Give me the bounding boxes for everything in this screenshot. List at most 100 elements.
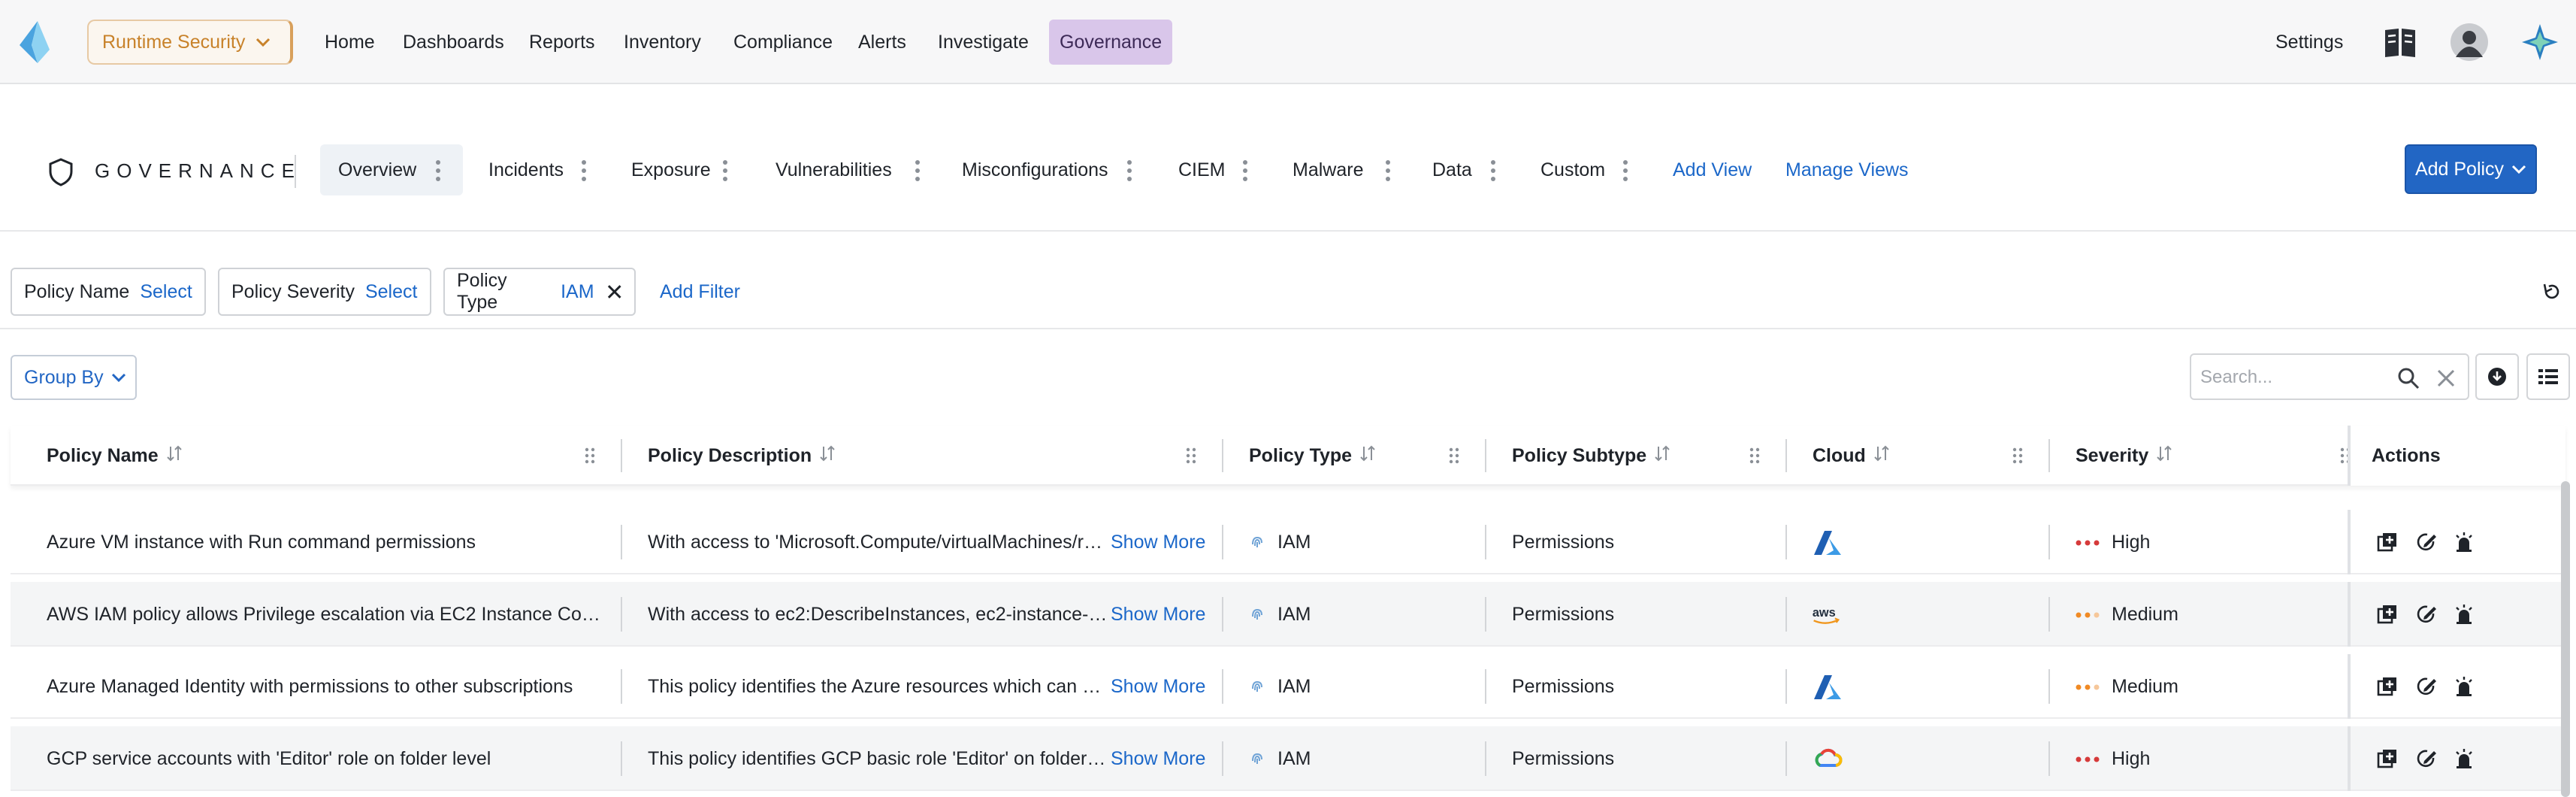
edit-icon[interactable] — [2415, 603, 2438, 626]
column-header-policy-description[interactable]: Policy Description — [648, 426, 836, 486]
nav-home[interactable]: Home — [314, 20, 385, 65]
show-more-link[interactable]: Show More — [1111, 510, 1205, 574]
severity-high-icon — [2076, 756, 2100, 762]
filter-policy-name[interactable]: Policy Name Select — [11, 268, 206, 316]
product-switcher[interactable]: Runtime Security — [87, 20, 293, 65]
tab-vulnerabilities[interactable]: Vulnerabilities — [757, 144, 933, 195]
edit-icon[interactable] — [2415, 747, 2438, 770]
filter-policy-severity[interactable]: Policy Severity Select — [218, 268, 431, 316]
column-divider[interactable] — [1222, 439, 1223, 472]
nav-dashboards[interactable]: Dashboards — [392, 20, 515, 65]
sort-icon[interactable] — [2156, 426, 2172, 486]
column-header-policy-type[interactable]: Policy Type — [1249, 426, 1376, 486]
tab-incidents[interactable]: Incidents — [470, 144, 598, 195]
tab-menu-icon[interactable] — [1386, 160, 1390, 181]
alarm-icon[interactable] — [2453, 603, 2475, 626]
column-divider[interactable] — [621, 439, 622, 472]
tab-menu-icon[interactable] — [915, 160, 920, 181]
show-more-link[interactable]: Show More — [1111, 726, 1205, 791]
columns-button[interactable] — [2526, 353, 2570, 400]
add-icon[interactable] — [2376, 747, 2399, 770]
nav-investigate[interactable]: Investigate — [927, 20, 1039, 65]
close-icon[interactable] — [2436, 368, 2456, 388]
close-icon[interactable] — [606, 283, 622, 300]
nav-governance[interactable]: Governance — [1049, 20, 1173, 65]
nav-inventory[interactable]: Inventory — [613, 20, 712, 65]
column-header-cloud[interactable]: Cloud — [1813, 426, 1890, 486]
nav-compliance[interactable]: Compliance — [723, 20, 843, 65]
policy-name-cell[interactable]: AWS IAM policy allows Privilege escalati… — [47, 582, 603, 647]
tab-menu-icon[interactable] — [723, 160, 727, 181]
user-avatar-icon[interactable] — [2450, 23, 2489, 62]
tab-menu-icon[interactable] — [436, 160, 440, 181]
column-divider — [2048, 597, 2050, 632]
sort-icon[interactable] — [1873, 426, 1890, 486]
tab-custom[interactable]: Custom — [1522, 144, 1640, 195]
tab-menu-icon[interactable] — [1491, 160, 1495, 181]
sort-icon[interactable] — [1359, 426, 1376, 486]
policy-name-cell[interactable]: Azure VM instance with Run command permi… — [47, 510, 603, 574]
sort-icon[interactable] — [1654, 426, 1670, 486]
edit-icon[interactable] — [2415, 531, 2438, 553]
drag-handle-icon[interactable] — [1449, 447, 1459, 465]
policy-name-cell[interactable]: GCP service accounts with 'Editor' role … — [47, 726, 603, 791]
filter-value[interactable]: Select — [365, 281, 417, 303]
alarm-icon[interactable] — [2453, 675, 2475, 698]
assistant-icon[interactable] — [2520, 23, 2559, 62]
column-divider[interactable] — [1785, 439, 1787, 472]
add-filter-button[interactable]: Add Filter — [660, 268, 740, 316]
table-row[interactable]: GCP service accounts with 'Editor' role … — [11, 726, 2565, 791]
book-icon[interactable] — [2381, 23, 2420, 62]
drag-handle-icon[interactable] — [1749, 447, 1760, 465]
nav-alerts[interactable]: Alerts — [848, 20, 917, 65]
sort-icon[interactable] — [166, 426, 183, 486]
filter-value[interactable]: IAM — [561, 281, 594, 303]
prisma-logo-icon[interactable] — [15, 20, 54, 65]
tab-menu-icon[interactable] — [582, 160, 586, 181]
tab-exposure[interactable]: Exposure — [613, 144, 741, 195]
tab-menu-icon[interactable] — [1623, 160, 1628, 181]
edit-icon[interactable] — [2415, 675, 2438, 698]
table-row[interactable]: Azure Managed Identity with permissions … — [11, 654, 2565, 719]
search-icon[interactable] — [2397, 367, 2420, 389]
settings-link[interactable]: Settings — [2275, 20, 2343, 65]
tab-data[interactable]: Data — [1414, 144, 1512, 195]
reset-icon[interactable] — [2541, 281, 2562, 302]
filter-value[interactable]: Select — [140, 281, 192, 303]
search-input[interactable] — [2200, 362, 2388, 392]
alarm-icon[interactable] — [2453, 531, 2475, 553]
tab-menu-icon[interactable] — [1243, 160, 1247, 181]
nav-reports[interactable]: Reports — [519, 20, 606, 65]
tab-menu-icon[interactable] — [1127, 160, 1132, 181]
column-divider — [1785, 741, 1787, 776]
column-divider[interactable] — [1485, 439, 1486, 472]
table-row[interactable]: AWS IAM policy allows Privilege escalati… — [11, 582, 2565, 647]
table-scrollbar[interactable] — [2561, 481, 2570, 797]
drag-handle-icon[interactable] — [1186, 447, 1196, 465]
add-policy-button[interactable]: Add Policy — [2405, 144, 2537, 194]
tab-overview[interactable]: Overview — [320, 144, 463, 195]
group-by-button[interactable]: Group By — [11, 355, 137, 400]
download-button[interactable] — [2475, 353, 2519, 400]
show-more-link[interactable]: Show More — [1111, 654, 1205, 719]
add-icon[interactable] — [2376, 675, 2399, 698]
add-icon[interactable] — [2376, 603, 2399, 626]
column-divider[interactable] — [2048, 439, 2050, 472]
drag-handle-icon[interactable] — [585, 447, 595, 465]
manage-views-link[interactable]: Manage Views — [1785, 144, 1909, 195]
alarm-icon[interactable] — [2453, 747, 2475, 770]
column-header-policy-subtype[interactable]: Policy Subtype — [1512, 426, 1670, 486]
drag-handle-icon[interactable] — [2012, 447, 2023, 465]
sort-icon[interactable] — [819, 426, 836, 486]
add-icon[interactable] — [2376, 531, 2399, 553]
tab-malware[interactable]: Malware — [1274, 144, 1402, 195]
policy-name-cell[interactable]: Azure Managed Identity with permissions … — [47, 654, 603, 719]
tab-misconfigurations[interactable]: Misconfigurations — [944, 144, 1139, 195]
filter-policy-type[interactable]: Policy Type IAM — [443, 268, 636, 316]
add-view-link[interactable]: Add View — [1673, 144, 1752, 195]
column-header-policy-name[interactable]: Policy Name — [47, 426, 183, 486]
show-more-link[interactable]: Show More — [1111, 582, 1205, 647]
table-row[interactable]: Azure VM instance with Run command permi… — [11, 510, 2565, 574]
tab-ciem[interactable]: CIEM — [1160, 144, 1265, 195]
column-header-severity[interactable]: Severity — [2076, 426, 2172, 486]
